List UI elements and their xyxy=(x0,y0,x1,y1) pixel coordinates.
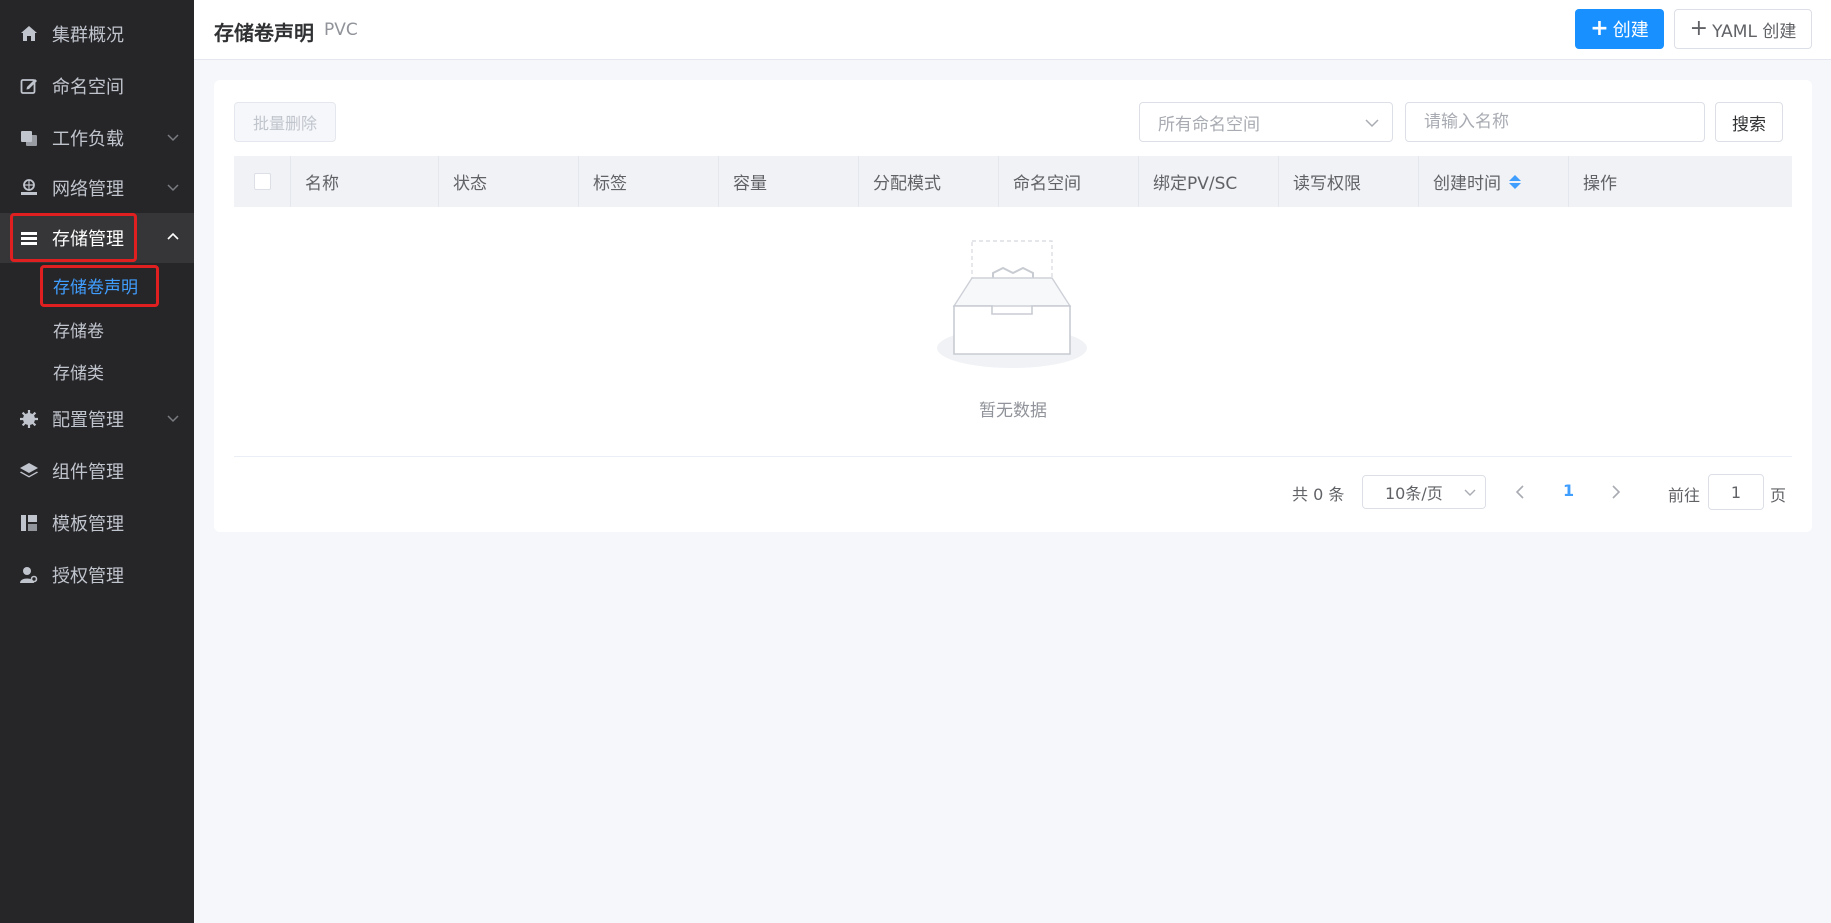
network-icon xyxy=(17,176,41,200)
column-header-bound-pv-sc: 绑定PV/SC xyxy=(1138,156,1278,207)
sidebar-item-cluster-overview[interactable]: 集群概况 xyxy=(0,9,194,59)
sidebar-item-label: 存储管理 xyxy=(52,229,124,250)
divider xyxy=(234,456,1792,457)
yaml-create-button-label: YAML 创建 xyxy=(1712,21,1797,42)
page-size-select[interactable]: 10条/页 xyxy=(1362,475,1486,509)
create-button-label: 创建 xyxy=(1612,20,1649,41)
sidebar-subitem-pvc[interactable]: 存储卷声明 xyxy=(53,267,138,303)
table-header: 名称 状态 标签 容量 分配模式 命名空间 绑定PV/SC 读写权限 创建时间 … xyxy=(234,156,1792,207)
chevron-up-icon xyxy=(167,232,179,240)
table-header-select xyxy=(234,156,290,207)
layers-icon xyxy=(17,459,41,483)
user-key-icon xyxy=(17,563,41,587)
page-size-value: 10条/页 xyxy=(1385,484,1443,503)
sidebar-item-config[interactable]: 配置管理 xyxy=(0,394,194,444)
page-suffix-label: 页 xyxy=(1770,486,1787,505)
gear-icon xyxy=(17,407,41,431)
goto-page-input[interactable] xyxy=(1708,474,1764,510)
chevron-down-icon xyxy=(167,134,179,142)
create-button[interactable]: + 创建 xyxy=(1575,9,1664,49)
sidebar-item-label: 组件管理 xyxy=(52,462,124,483)
column-header-namespace: 命名空间 xyxy=(998,156,1138,207)
sidebar-item-label: 工作负载 xyxy=(52,129,124,150)
column-header-name: 名称 xyxy=(290,156,438,207)
empty-state-text: 暂无数据 xyxy=(979,401,1047,421)
chevron-down-icon xyxy=(1365,119,1379,128)
select-all-checkbox[interactable] xyxy=(253,173,271,190)
sidebar-item-components[interactable]: 组件管理 xyxy=(0,446,194,496)
sidebar-item-label: 网络管理 xyxy=(52,179,124,200)
batch-delete-button[interactable]: 批量删除 xyxy=(234,102,336,142)
sidebar-item-label: 配置管理 xyxy=(52,410,124,431)
sidebar: 集群概况 命名空间 工作负载 网络管理 存储管理 存储卷声明 存储卷 存储类 配… xyxy=(0,0,194,923)
sidebar-item-label: 授权管理 xyxy=(52,566,124,587)
column-header-access-mode: 读写权限 xyxy=(1278,156,1418,207)
sidebar-item-templates[interactable]: 模板管理 xyxy=(0,498,194,548)
sidebar-subitem-pv[interactable]: 存储卷 xyxy=(53,311,104,347)
plus-icon: + xyxy=(1590,16,1609,41)
page-header: 存储卷声明 PVC + 创建 + YAML 创建 xyxy=(194,0,1831,60)
column-header-allocation-mode: 分配模式 xyxy=(858,156,998,207)
column-header-created-time[interactable]: 创建时间 xyxy=(1418,156,1568,207)
sort-icon xyxy=(1509,174,1521,189)
sidebar-subitem-storageclass[interactable]: 存储类 xyxy=(53,353,104,389)
plus-icon: + xyxy=(1689,16,1709,41)
storage-icon xyxy=(17,226,41,250)
home-icon xyxy=(17,22,41,46)
namespace-select[interactable]: 所有命名空间 xyxy=(1139,102,1393,142)
column-header-actions: 操作 xyxy=(1568,156,1792,207)
empty-box-icon xyxy=(937,240,1087,368)
sidebar-item-label: 命名空间 xyxy=(52,77,124,98)
page-subtitle: PVC xyxy=(324,20,358,40)
edit-icon xyxy=(17,74,41,98)
goto-label: 前往 xyxy=(1668,486,1701,505)
sidebar-item-label: 模板管理 xyxy=(52,514,124,535)
column-header-labels: 标签 xyxy=(578,156,718,207)
copy-icon xyxy=(17,126,41,150)
sidebar-item-label: 集群概况 xyxy=(52,25,124,46)
sidebar-item-authorization[interactable]: 授权管理 xyxy=(0,550,194,600)
sidebar-item-workload[interactable]: 工作负载 xyxy=(0,113,194,163)
yaml-create-button[interactable]: + YAML 创建 xyxy=(1674,9,1812,49)
page-number-current[interactable]: 1 xyxy=(1563,481,1574,500)
page-title: 存储卷声明 xyxy=(214,21,314,45)
column-header-status: 状态 xyxy=(438,156,578,207)
chevron-down-icon xyxy=(167,415,179,423)
sidebar-item-network[interactable]: 网络管理 xyxy=(0,163,194,213)
template-icon xyxy=(17,511,41,535)
pagination-total: 共 0 条 xyxy=(1292,485,1345,504)
pvc-list-card: 批量删除 所有命名空间 搜索 名称 状态 标签 容量 分配模式 命名空间 绑定P… xyxy=(214,80,1812,532)
column-header-capacity: 容量 xyxy=(718,156,858,207)
sidebar-item-storage[interactable]: 存储管理 xyxy=(0,213,194,263)
chevron-down-icon xyxy=(167,184,179,192)
namespace-select-placeholder: 所有命名空间 xyxy=(1158,114,1260,135)
prev-page-icon[interactable] xyxy=(1510,479,1530,505)
name-search-input[interactable] xyxy=(1405,102,1705,142)
next-page-icon[interactable] xyxy=(1606,479,1626,505)
column-header-created-time-label: 创建时间 xyxy=(1433,174,1501,194)
chevron-down-icon xyxy=(1464,489,1476,496)
sidebar-item-namespace[interactable]: 命名空间 xyxy=(0,61,194,111)
search-button[interactable]: 搜索 xyxy=(1715,102,1783,142)
